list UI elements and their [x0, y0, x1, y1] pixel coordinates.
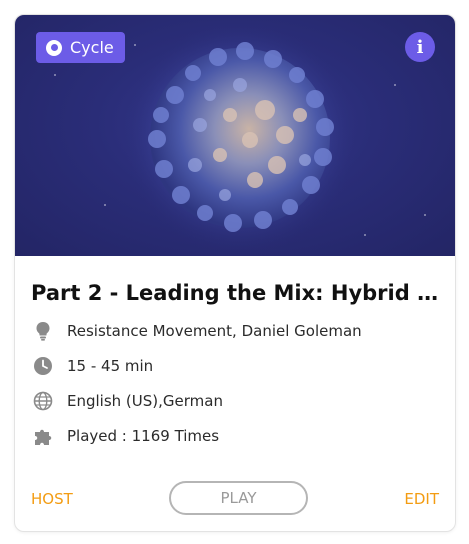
game-card[interactable]: Cycle i Part 2 - Leading the Mix: Hybrid… [14, 14, 456, 532]
meta-languages: English (US),German [33, 391, 223, 411]
lightbulb-icon [33, 321, 53, 341]
meta-played-text: Played : 1169 Times [67, 427, 220, 445]
type-badge: Cycle [36, 32, 125, 63]
play-button[interactable]: PLAY [169, 481, 308, 515]
type-badge-label: Cycle [70, 38, 114, 57]
meta-played: Played : 1169 Times [33, 426, 219, 446]
meta-duration-text: 15 - 45 min [67, 357, 154, 375]
host-button[interactable]: HOST [31, 490, 73, 508]
clock-icon [33, 356, 53, 376]
meta-authors: Resistance Movement, Daniel Goleman [33, 321, 362, 341]
meta-languages-text: English (US),German [67, 392, 223, 410]
globe-icon [33, 391, 53, 411]
meta-duration: 15 - 45 min [33, 356, 153, 376]
cycle-icon [46, 39, 62, 56]
puzzle-icon [33, 426, 53, 446]
card-title: Part 2 - Leading the Mix: Hybrid W... [31, 281, 446, 305]
edit-button[interactable]: EDIT [404, 490, 439, 508]
meta-authors-text: Resistance Movement, Daniel Goleman [67, 322, 362, 340]
info-icon[interactable]: i [405, 32, 435, 62]
card-image[interactable]: Cycle i [15, 15, 455, 256]
